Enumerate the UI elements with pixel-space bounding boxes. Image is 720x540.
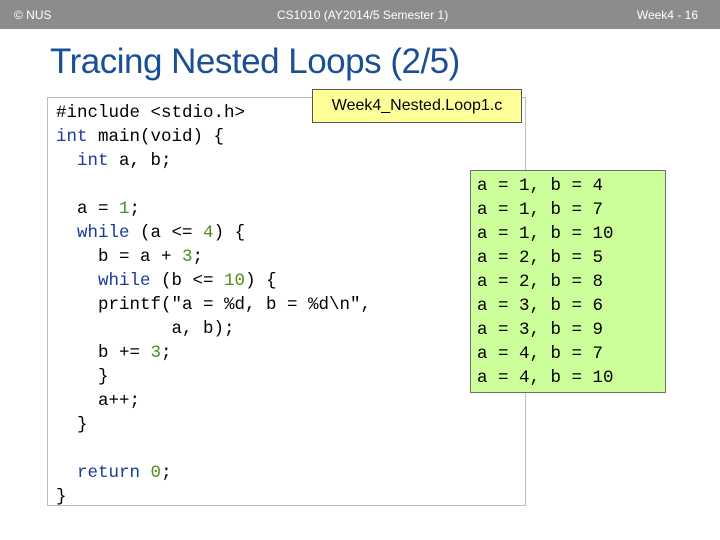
code-keyword: int [56,127,88,147]
output-row: a = 1, b = 7 [477,200,604,220]
code-text: a, b); [171,319,235,339]
filename-label: Week4_Nested.Loop1.c [312,89,522,123]
code-text: b += [98,343,151,363]
code-text: a = [77,199,120,219]
output-row: a = 3, b = 9 [477,320,604,340]
output-row: a = 4, b = 10 [477,368,614,388]
code-number: 10 [224,271,246,291]
code-number: 0 [150,463,162,483]
output-row: a = 1, b = 4 [477,176,604,196]
code-text: ) { [213,223,246,243]
code-text: } [77,415,88,435]
code-text: } [98,367,109,387]
code-listing: #include <stdio.h> int main(void) { int … [56,101,371,509]
code-number: 1 [119,199,130,219]
code-text: } [56,487,67,507]
header-bar: © NUS CS1010 (AY2014/5 Semester 1) Week4… [0,0,720,29]
output-row: a = 4, b = 7 [477,344,604,364]
output-row: a = 1, b = 10 [477,224,614,244]
slide-title: Tracing Nested Loops (2/5) [50,42,460,81]
output-row: a = 3, b = 6 [477,296,604,316]
copyright-text: © NUS [14,8,52,22]
code-text: (a <= [129,223,204,243]
code-number: 3 [150,343,162,363]
code-text: ; [129,199,141,219]
code-keyword: while [77,223,130,243]
code-text: (b <= [150,271,225,291]
code-text: a++; [98,391,141,411]
code-keyword: return [77,463,141,483]
code-number: 3 [182,247,193,267]
code-number: 4 [203,223,214,243]
code-text: ; [192,247,204,267]
code-text: ) { [245,271,277,291]
code-text: a, b; [108,151,172,171]
code-line-include: #include <stdio.h> [56,103,246,123]
code-text: ; [161,343,172,363]
code-keyword: while [98,271,151,291]
course-title: CS1010 (AY2014/5 Semester 1) [277,8,449,22]
code-text: b = a + [98,247,183,267]
code-text: printf("a = %d, b = %d\n", [98,295,372,315]
output-row: a = 2, b = 8 [477,272,604,292]
output-row: a = 2, b = 5 [477,248,604,268]
code-text: main(void) { [87,127,225,147]
code-keyword: int [77,151,109,171]
code-text: ; [161,463,172,483]
program-output: a = 1, b = 4 a = 1, b = 7 a = 1, b = 10 a =… [477,174,614,390]
page-number: Week4 - 16 [636,8,698,22]
